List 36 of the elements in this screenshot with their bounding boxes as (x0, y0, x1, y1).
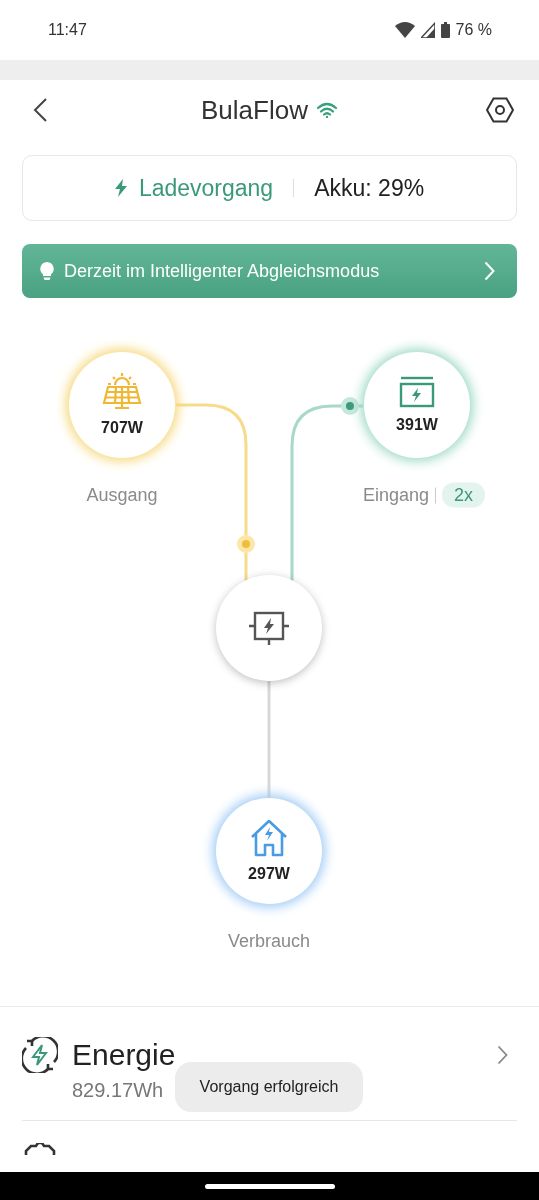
solar-panel-icon (102, 373, 142, 411)
power-reading: 391W (396, 416, 438, 434)
battery-percent: 76 % (455, 21, 492, 39)
solar-node[interactable]: 707W (69, 352, 175, 458)
signal-icon (420, 22, 435, 38)
count-badge: 2x (442, 482, 486, 508)
chevron-right-icon (484, 261, 495, 281)
wifi-icon (394, 22, 415, 38)
home-node[interactable]: 297W (216, 798, 322, 904)
node-label: Verbrauch (227, 930, 311, 952)
hub-node[interactable] (216, 575, 322, 681)
power-reading: 707W (101, 419, 143, 437)
battery-level: Akku: 29% (314, 174, 425, 202)
lightbulb-icon (40, 262, 54, 280)
node-label: Eingang (362, 484, 429, 506)
home-indicator[interactable] (204, 1183, 335, 1189)
energy-summary: 829.17Wh (72, 1079, 164, 1102)
lightning-icon (114, 179, 127, 197)
device-title: BulaFlow (201, 94, 308, 126)
charging-status: Ladevorgang (138, 174, 274, 202)
flow-dot (341, 397, 359, 415)
wifi-icon (315, 102, 338, 118)
clock-time: 11:47 (48, 21, 87, 39)
input-node[interactable]: 391W (364, 352, 470, 458)
back-icon (32, 97, 48, 123)
energy-title: Energie (72, 1038, 177, 1072)
power-station-icon (249, 611, 289, 645)
chevron-right-icon (497, 1045, 508, 1065)
power-reading: 297W (248, 865, 290, 883)
node-label: Ausgang (86, 484, 158, 506)
battery-box-icon (399, 376, 435, 408)
battery-icon (440, 22, 450, 38)
energy-cycle-icon (22, 1037, 58, 1073)
flow-dot (237, 535, 255, 553)
toast-message: Vorgang erfolgreich (199, 1078, 339, 1096)
house-icon (250, 819, 288, 857)
